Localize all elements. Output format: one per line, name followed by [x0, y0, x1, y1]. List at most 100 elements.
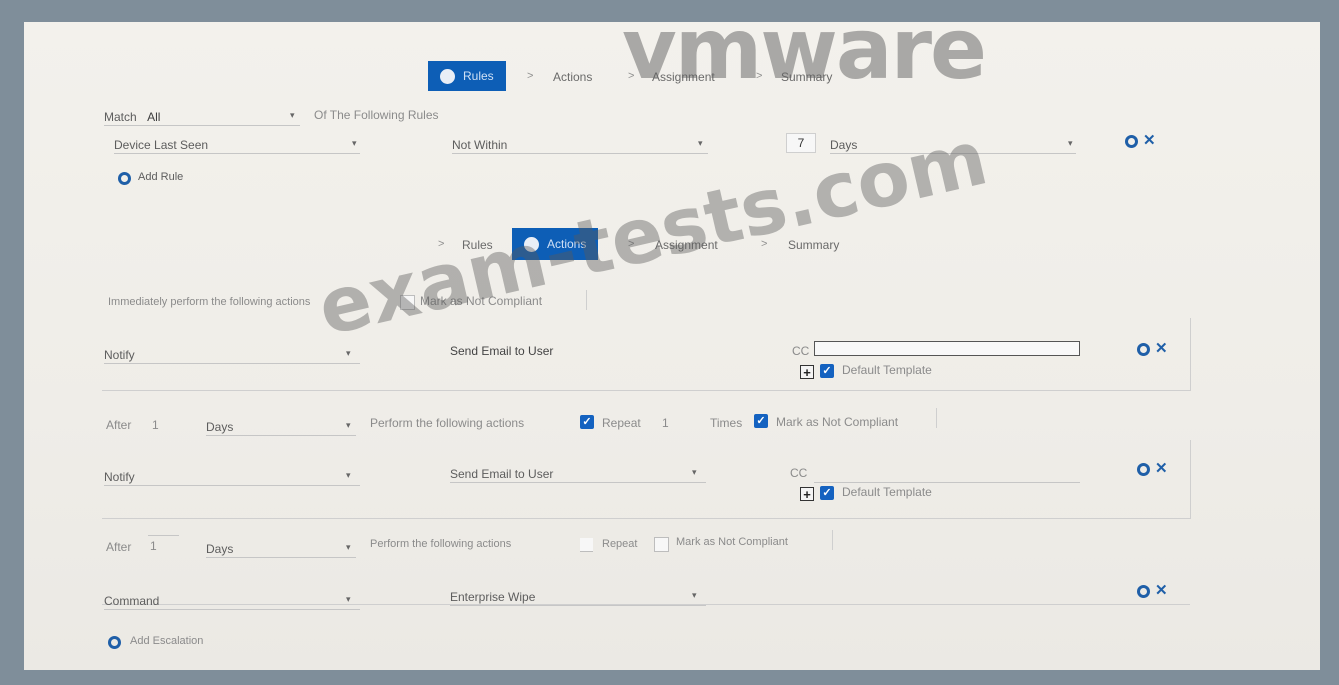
wizard-separator: >: [438, 238, 445, 250]
step-indicator-icon: [440, 68, 455, 84]
escalation2-after-input[interactable]: 1: [148, 535, 179, 553]
wizard-step-assignment[interactable]: Assignment: [652, 70, 715, 84]
add-action-circle-icon[interactable]: [1137, 343, 1150, 356]
step-indicator-icon: [524, 236, 539, 252]
escalation2-perform-checkbox[interactable]: [580, 538, 593, 552]
escalation1-unit-select[interactable]: Days ▾: [206, 418, 356, 436]
wizard-separator: >: [527, 70, 534, 82]
chevron-down-icon: ▾: [352, 138, 357, 148]
chevron-down-icon: ▾: [346, 542, 351, 552]
match-suffix: Of The Following Rules: [314, 108, 439, 122]
wizard-separator: >: [628, 238, 635, 250]
chevron-down-icon: ▾: [346, 348, 351, 358]
escalation1-mark-checkbox[interactable]: ✓: [754, 414, 768, 428]
action1-template-label: Default Template: [842, 363, 932, 377]
immediate-mark-label: Mark as Not Compliant: [420, 294, 543, 308]
wizard-step-summary[interactable]: Summary: [781, 70, 832, 84]
immediate-mark-checkbox[interactable]: [400, 295, 415, 310]
rule-operator-value: Not Within: [452, 138, 508, 152]
action2-type-value: Notify: [104, 470, 135, 484]
action2-type-select[interactable]: Notify ▾: [104, 468, 360, 486]
add-escalation-icon[interactable]: [108, 636, 121, 649]
remove-action-icon[interactable]: ✕: [1155, 341, 1168, 356]
chevron-down-icon: ▾: [692, 590, 697, 600]
chevron-down-icon: ▾: [346, 420, 351, 430]
wizard-step-rules[interactable]: Rules: [462, 238, 493, 252]
escalation2-after-label: After: [106, 540, 132, 554]
chevron-down-icon: ▾: [346, 594, 351, 604]
match-select[interactable]: Match All ▾: [104, 108, 300, 126]
rule-number-value: 7: [797, 136, 805, 150]
action1-cc-input[interactable]: [814, 341, 1080, 356]
escalation1-perform-label: Perform the following actions: [370, 416, 525, 430]
screen-photo: Rules > Actions > Assignment > Summary M…: [24, 0, 1320, 670]
action1-cc-label: CC: [792, 344, 810, 358]
action3-target-select[interactable]: Enterprise Wipe ▾: [450, 588, 706, 606]
wizard-step-label: Actions: [547, 237, 587, 251]
escalation1-mark-label: Mark as Not Compliant: [776, 415, 899, 429]
action2-target-select[interactable]: Send Email to User ▾: [450, 465, 706, 483]
wizard-separator: >: [756, 70, 763, 82]
add-rule-circle-icon[interactable]: [1125, 135, 1138, 148]
escalation2-mark-label: Mark as Not Compliant: [676, 536, 788, 548]
escalation1-unit-value: Days: [206, 420, 234, 434]
escalation2-unit-select[interactable]: Days ▾: [206, 540, 356, 558]
action3-type-value: Command: [104, 594, 160, 608]
remove-rule-icon[interactable]: ✕: [1143, 133, 1156, 148]
add-action-circle-icon[interactable]: [1137, 463, 1150, 476]
chevron-down-icon: ▾: [290, 110, 295, 120]
wizard-step-label: Rules: [463, 69, 494, 83]
rule-unit-select[interactable]: Days ▾: [830, 136, 1076, 154]
rule-attribute-select[interactable]: Device Last Seen ▾: [114, 136, 360, 154]
divider: [936, 408, 937, 428]
action2-template-label: Default Template: [842, 485, 932, 499]
action1-template-checkbox[interactable]: ✓: [820, 364, 834, 378]
wizard-step-actions[interactable]: Actions: [553, 70, 592, 84]
wizard-step-assignment[interactable]: Assignment: [655, 238, 718, 252]
action2-target-value: Send Email to User: [450, 467, 554, 481]
rule-attribute-value: Device Last Seen: [114, 138, 209, 152]
chevron-down-icon: ▾: [692, 467, 697, 477]
action2-cc-input[interactable]: [814, 468, 1080, 483]
divider: [586, 290, 587, 310]
add-action-circle-icon[interactable]: [1137, 585, 1150, 598]
escalation1-after-label: After: [106, 418, 132, 432]
escalation2-perform-label: Perform the following actions: [370, 538, 512, 550]
remove-action-icon[interactable]: ✕: [1155, 583, 1168, 598]
wizard-separator: >: [628, 70, 635, 82]
chevron-down-icon: ▾: [1068, 138, 1073, 148]
action3-type-select[interactable]: Command ▾: [104, 592, 360, 610]
escalation2-unit-value: Days: [206, 542, 234, 556]
escalation1-after-input[interactable]: 1: [152, 418, 159, 432]
action2-template-checkbox[interactable]: ✓: [820, 486, 834, 500]
rule-number-input[interactable]: 7: [786, 133, 816, 153]
action1-target-select[interactable]: Send Email to User: [450, 344, 553, 358]
escalation1-times-label: Times: [710, 416, 743, 430]
rule-operator-select[interactable]: Not Within ▾: [452, 136, 708, 154]
action1-type-value: Notify: [104, 348, 135, 362]
chevron-down-icon: ▾: [346, 470, 351, 480]
escalation2-repeat-label: Repeat: [602, 538, 638, 550]
add-rule-button[interactable]: Add Rule: [138, 171, 183, 183]
escalation1-perform-checkbox[interactable]: ✓: [580, 415, 594, 429]
escalation1-repeat-label: Repeat: [602, 416, 641, 430]
wizard-step-summary[interactable]: Summary: [788, 238, 839, 252]
action2-cc-label: CC: [790, 466, 808, 480]
add-escalation-button[interactable]: Add Escalation: [130, 635, 203, 647]
remove-action-icon[interactable]: ✕: [1155, 461, 1168, 476]
chevron-down-icon: ▾: [698, 138, 703, 148]
rule-unit-value: Days: [830, 138, 858, 152]
divider: [832, 530, 833, 550]
expand-plus-icon[interactable]: +: [800, 365, 814, 379]
wizard-step-rules-active[interactable]: Rules: [428, 61, 506, 91]
immediate-actions-label: Immediately perform the following action…: [108, 296, 311, 308]
add-rule-icon[interactable]: [118, 172, 131, 185]
action1-type-select[interactable]: Notify ▾: [104, 346, 360, 364]
match-value: All: [147, 110, 161, 124]
action3-target-value: Enterprise Wipe: [450, 590, 536, 604]
escalation2-mark-checkbox[interactable]: [654, 537, 669, 552]
wizard-step-actions-active[interactable]: Actions: [512, 228, 599, 260]
match-label: Match: [104, 110, 137, 124]
expand-plus-icon[interactable]: +: [800, 487, 814, 501]
escalation1-repeat-input[interactable]: 1: [662, 416, 669, 430]
